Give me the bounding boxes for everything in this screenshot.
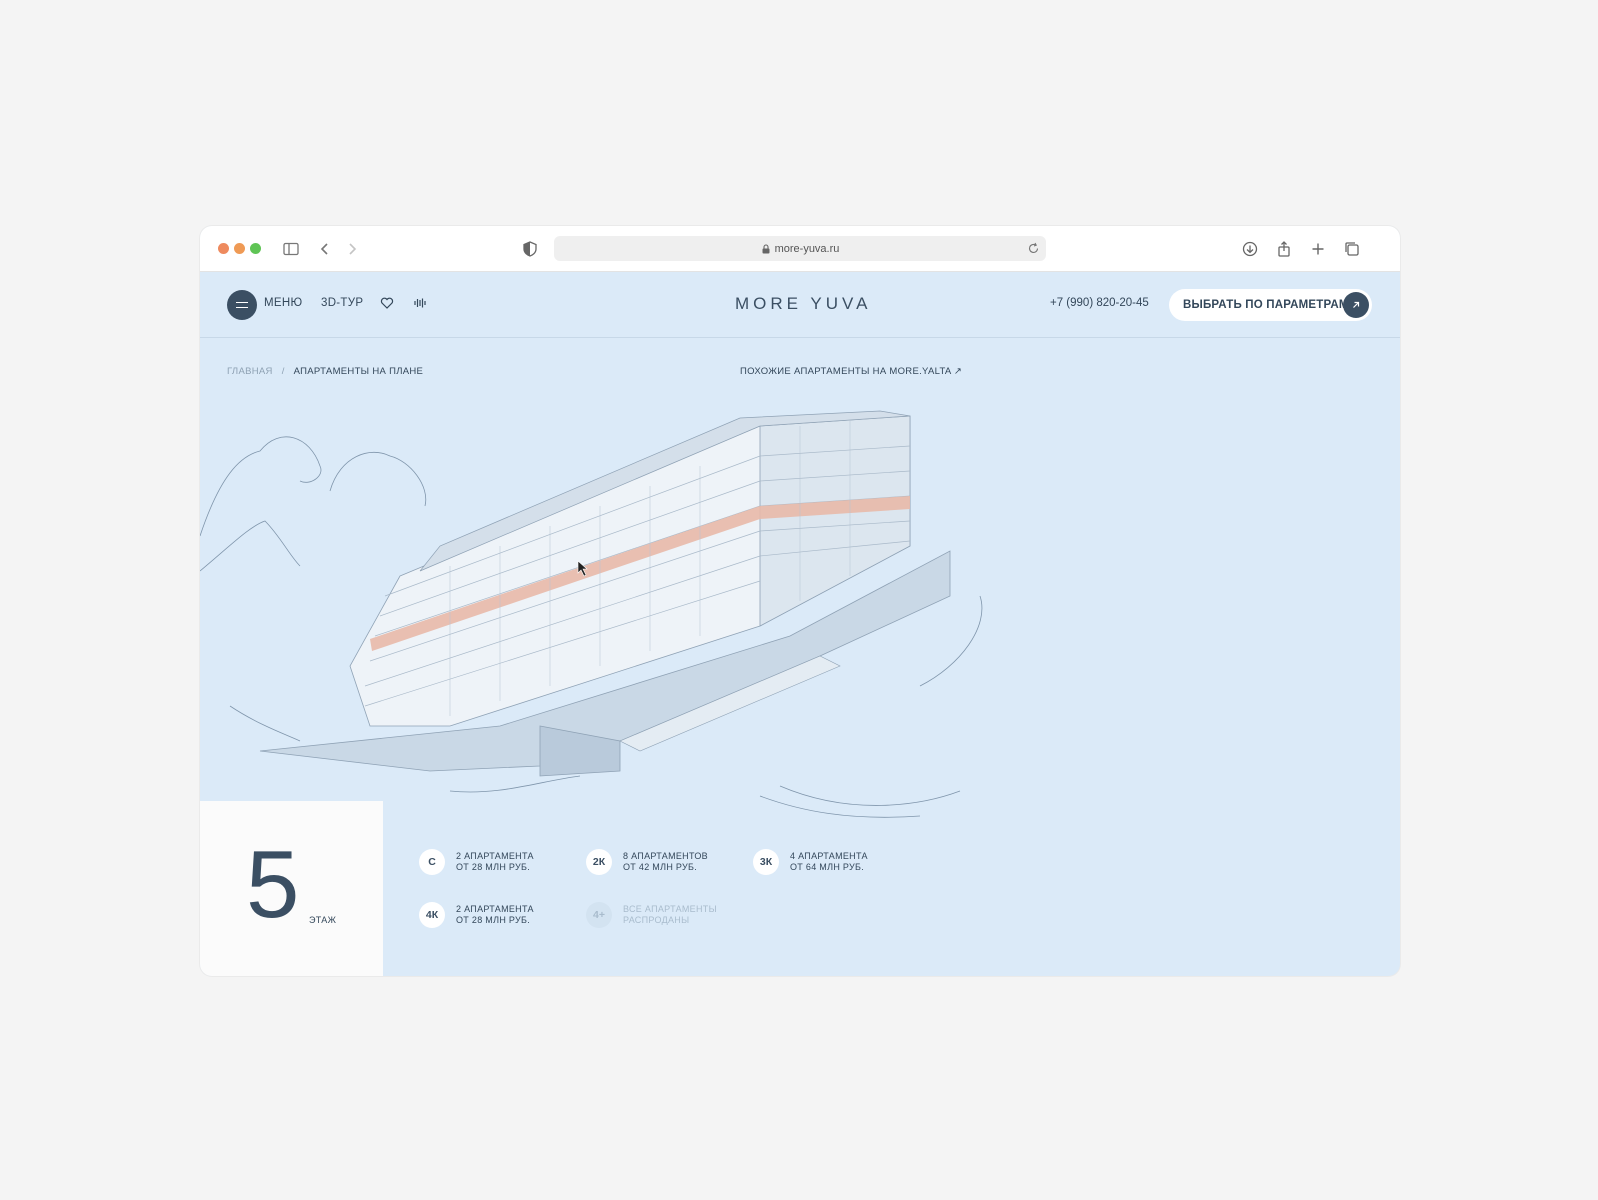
apartment-type-badge: 4+ [586, 902, 612, 928]
select-by-parameters-button[interactable]: ВЫБРАТЬ ПО ПАРАМЕТРАМ [1169, 289, 1372, 321]
lock-icon [762, 243, 770, 253]
apartment-type-3k[interactable]: 3К 4 АПАРТАМЕНТА ОТ 64 МЛН РУБ. [753, 849, 868, 875]
address-bar[interactable]: more-yuva.ru [554, 236, 1046, 261]
privacy-shield-icon[interactable] [519, 238, 541, 260]
close-window-button[interactable] [218, 243, 229, 254]
sold-out-text: РАСПРОДАНЫ [623, 915, 690, 925]
apartment-price: ОТ 42 МЛН РУБ. [623, 862, 698, 872]
tab-overview-icon[interactable] [1341, 238, 1363, 260]
apartment-type-badge: 2К [586, 849, 612, 875]
maximize-window-button[interactable] [250, 243, 261, 254]
apartment-price: ОТ 28 МЛН РУБ. [456, 862, 531, 872]
minimize-window-button[interactable] [234, 243, 245, 254]
sold-out-text: ВСЕ АПАРТАМЕНТЫ [623, 904, 717, 914]
heart-icon[interactable] [380, 296, 394, 310]
site-logo[interactable]: MORE YUVA [735, 294, 871, 314]
back-icon[interactable] [314, 238, 336, 260]
breadcrumb-current: АПАРТАМЕНТЫ НА ПЛАНЕ [293, 366, 424, 377]
apartment-price: ОТ 64 МЛН РУБ. [790, 862, 865, 872]
apartment-type-badge: 3К [753, 849, 779, 875]
apartment-type-studio[interactable]: С 2 АПАРТАМЕНТА ОТ 28 МЛН РУБ. [419, 849, 534, 875]
floor-card: 5 ЭТАЖ [200, 801, 383, 976]
menu-button[interactable] [227, 290, 257, 320]
audio-wave-icon[interactable] [413, 296, 427, 310]
apartment-type-2k[interactable]: 2К 8 АПАРТАМЕНТОВ ОТ 42 МЛН РУБ. [586, 849, 708, 875]
floor-number: 5 [246, 831, 300, 938]
site-header: МЕНЮ 3D-ТУР MORE YUVA +7 (990) 820-20-45… [200, 272, 1400, 338]
address-url: more-yuva.ru [774, 242, 840, 255]
new-tab-icon[interactable] [1307, 238, 1329, 260]
apartment-type-badge: С [419, 849, 445, 875]
sidebar-icon[interactable] [280, 238, 302, 260]
similar-apartments-link[interactable]: ПОХОЖИЕ АПАРТАМЕНТЫ НА MORE.YALTA ↗ [740, 366, 962, 377]
download-icon[interactable] [1239, 238, 1261, 260]
floor-label: ЭТАЖ [309, 915, 337, 925]
browser-window: more-yuva.ru МЕНЮ 3D-ТУР MORE YUVA +7 (9… [200, 226, 1400, 976]
share-icon[interactable] [1273, 238, 1295, 260]
apartment-count: 4 АПАРТАМЕНТА [790, 851, 868, 861]
apartment-count: 2 АПАРТАМЕНТА [456, 904, 534, 914]
apartment-type-badge: 4К [419, 902, 445, 928]
3d-tour-link[interactable]: 3D-ТУР [321, 297, 363, 309]
breadcrumb-home[interactable]: ГЛАВНАЯ [227, 366, 273, 377]
apartment-type-4plus: 4+ ВСЕ АПАРТАМЕНТЫ РАСПРОДАНЫ [586, 902, 717, 928]
hamburger-icon [236, 302, 248, 308]
apartment-count: 2 АПАРТАМЕНТА [456, 851, 534, 861]
forward-icon[interactable] [341, 238, 363, 260]
apartment-count: 8 АПАРТАМЕНТОВ [623, 851, 708, 861]
browser-toolbar: more-yuva.ru [200, 226, 1400, 272]
breadcrumb: ГЛАВНАЯ / АПАРТАМЕНТЫ НА ПЛАНЕ [227, 366, 423, 377]
apartment-price: ОТ 28 МЛН РУБ. [456, 915, 531, 925]
building-illustration[interactable] [200, 396, 1400, 866]
arrow-up-right-icon [1343, 292, 1369, 318]
cta-label: ВЫБРАТЬ ПО ПАРАМЕТРАМ [1183, 299, 1349, 311]
phone-number[interactable]: +7 (990) 820-20-45 [1050, 297, 1149, 309]
menu-label[interactable]: МЕНЮ [264, 297, 302, 309]
breadcrumb-separator: / [281, 366, 285, 377]
reload-icon[interactable] [1027, 242, 1040, 255]
apartment-type-4k[interactable]: 4К 2 АПАРТАМЕНТА ОТ 28 МЛН РУБ. [419, 902, 534, 928]
